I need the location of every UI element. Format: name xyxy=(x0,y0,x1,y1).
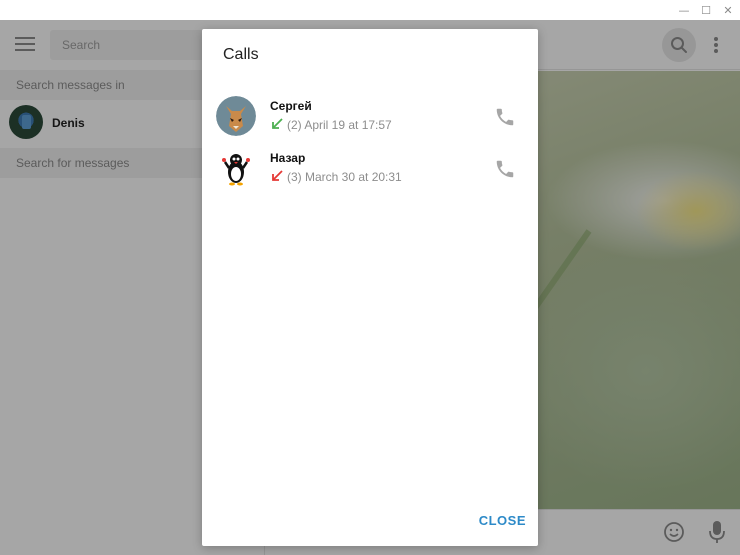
missed-call-arrow-icon xyxy=(270,168,284,182)
call-info: (2) April 19 at 17:57 xyxy=(287,118,392,132)
avatar xyxy=(216,148,256,188)
call-info: (3) March 30 at 20:31 xyxy=(287,170,402,184)
calls-dialog: Calls Сергей (2) April 19 at 17:57 Назар… xyxy=(202,29,538,546)
caller-name: Назар xyxy=(270,151,306,165)
phone-icon[interactable] xyxy=(494,158,516,180)
phone-icon[interactable] xyxy=(494,106,516,128)
minimize-button[interactable]: — xyxy=(672,0,696,20)
call-list-item[interactable]: Сергей (2) April 19 at 17:57 xyxy=(202,96,538,148)
close-button[interactable]: CLOSE xyxy=(470,509,526,533)
incoming-call-arrow-icon xyxy=(270,116,284,130)
maximize-button[interactable]: ☐ xyxy=(694,0,718,20)
window-title-bar: — ☐ ✕ xyxy=(0,0,740,20)
caller-name: Сергей xyxy=(270,99,312,113)
avatar xyxy=(216,96,256,136)
call-list-item[interactable]: Назар (3) March 30 at 20:31 xyxy=(202,148,538,200)
dialog-title: Calls xyxy=(223,46,259,63)
close-window-button[interactable]: ✕ xyxy=(716,0,740,20)
